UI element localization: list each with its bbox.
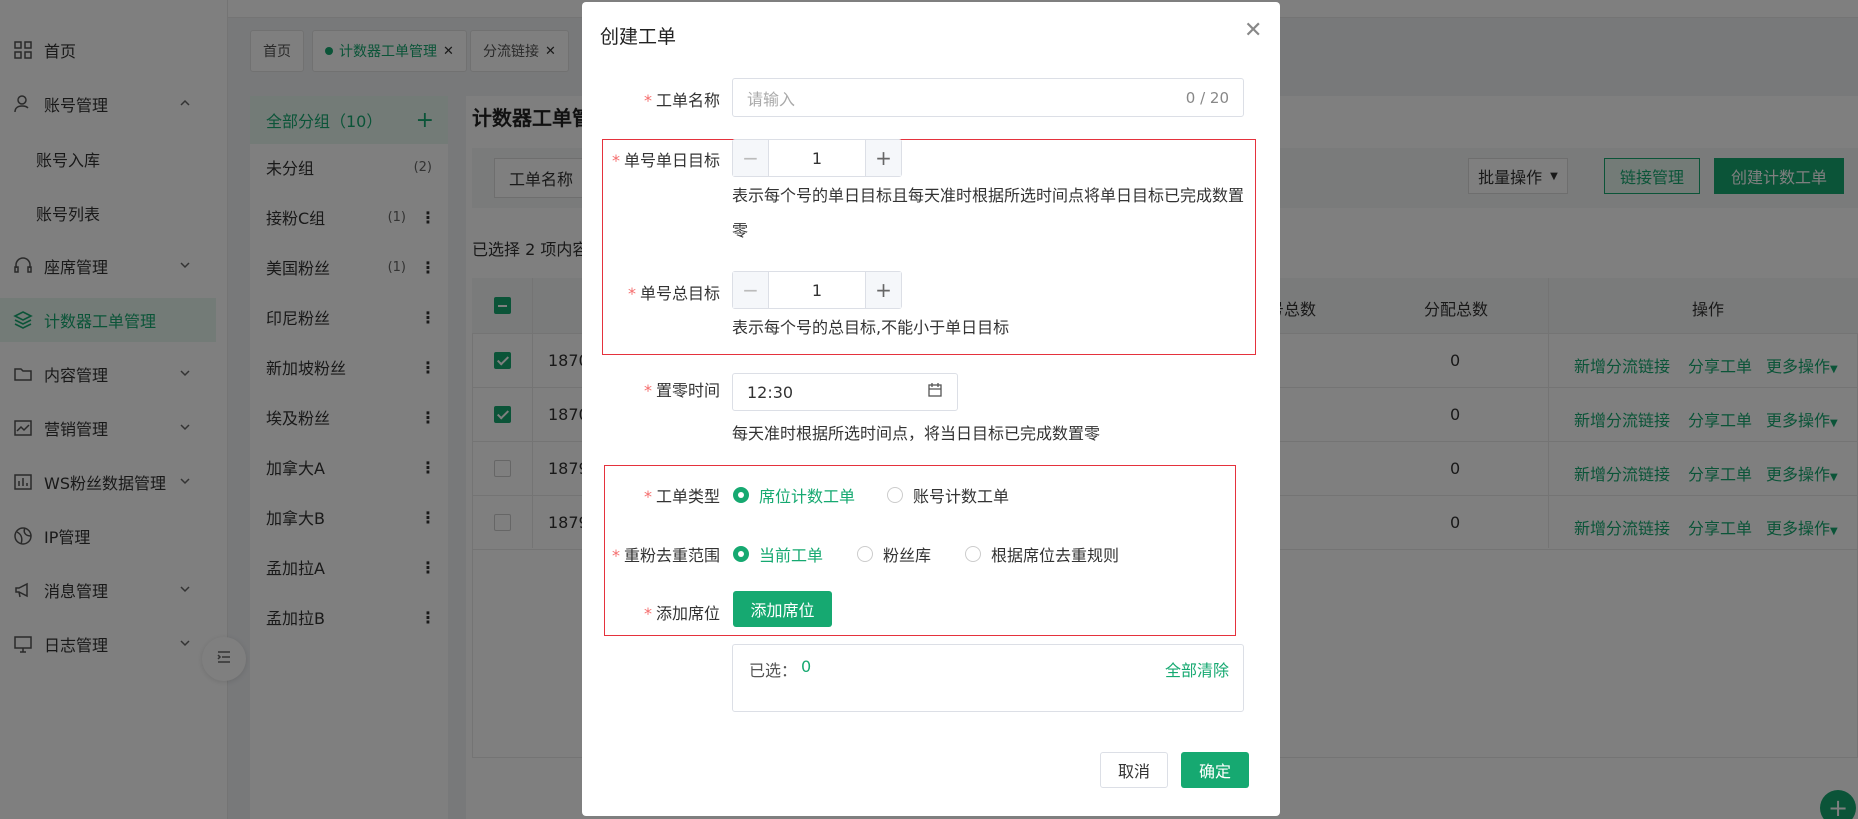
- radio-label: 根据席位去重规则: [991, 546, 1120, 565]
- stepper-value[interactable]: 1: [769, 140, 865, 176]
- required-mark: *: [643, 91, 652, 110]
- selected-seats-box: 已选： 0 全部清除: [732, 644, 1244, 712]
- add-seat-label: * 添加席位: [580, 600, 720, 624]
- dedupe-seat-rule-radio[interactable]: 根据席位去重规则: [965, 542, 1119, 566]
- order-name-label: * 工单名称: [580, 87, 720, 111]
- required-mark: *: [611, 546, 620, 565]
- daily-target-hint-cont: 零: [732, 221, 749, 240]
- type-account-counter-radio[interactable]: 账号计数工单: [887, 483, 1009, 507]
- required-mark: *: [643, 381, 652, 400]
- order-type-label: * 工单类型: [580, 483, 720, 507]
- radio-label: 账号计数工单: [913, 487, 1010, 506]
- char-counter: 0 / 20: [1185, 88, 1229, 107]
- order-name-input[interactable]: 请输入 0 / 20: [732, 78, 1244, 117]
- required-mark: *: [643, 604, 652, 623]
- stepper-value[interactable]: 1: [769, 272, 865, 308]
- required-mark: *: [627, 284, 636, 303]
- radio-circle: [733, 487, 749, 503]
- clear-all-link[interactable]: 全部清除: [1165, 657, 1229, 681]
- cancel-button[interactable]: 取消: [1100, 752, 1168, 788]
- radio-circle: [733, 546, 749, 562]
- radio-circle: [965, 546, 981, 562]
- add-seat-button[interactable]: 添加席位: [733, 591, 832, 627]
- calendar-icon: [927, 382, 943, 402]
- dedupe-fan-library-radio[interactable]: 粉丝库: [857, 542, 931, 566]
- dedupe-scope-label: * 重粉去重范围: [580, 542, 720, 566]
- radio-circle: [857, 546, 873, 562]
- plus-icon[interactable]: +: [865, 140, 901, 176]
- reset-time-hint: 每天准时根据所选时间点，将当日目标已完成数置零: [732, 424, 1101, 443]
- close-icon[interactable]: ✕: [1244, 18, 1262, 43]
- selected-label: 已选：: [749, 661, 798, 680]
- time-value: 12:30: [747, 382, 794, 402]
- radio-circle: [887, 487, 903, 503]
- reset-time-picker[interactable]: 12:30: [732, 373, 958, 411]
- label-text: 工单类型: [655, 487, 720, 506]
- label-text: 重粉去重范围: [623, 546, 720, 565]
- label-text: 单号单日目标: [623, 151, 720, 170]
- minus-icon[interactable]: −: [733, 140, 769, 176]
- required-mark: *: [643, 487, 652, 506]
- input-placeholder: 请输入: [747, 89, 796, 109]
- type-seat-counter-radio[interactable]: 席位计数工单: [733, 483, 855, 507]
- radio-label: 粉丝库: [883, 546, 932, 565]
- radio-label: 席位计数工单: [759, 487, 856, 506]
- confirm-button[interactable]: 确定: [1181, 752, 1249, 788]
- daily-target-label: * 单号单日目标: [580, 147, 720, 171]
- plus-icon[interactable]: +: [865, 272, 901, 308]
- label-text: 置零时间: [655, 381, 720, 400]
- label-text: 添加席位: [655, 604, 720, 623]
- dedupe-current-order-radio[interactable]: 当前工单: [733, 542, 823, 566]
- total-target-label: * 单号总目标: [580, 280, 720, 304]
- selected-count: 0: [801, 657, 812, 676]
- dialog-title: 创建工单: [600, 26, 677, 48]
- radio-label: 当前工单: [759, 546, 824, 565]
- reset-time-label: * 置零时间: [580, 377, 720, 401]
- label-text: 工单名称: [655, 91, 720, 110]
- total-target-hint: 表示每个号的总目标,不能小于单日目标: [732, 318, 1010, 337]
- required-mark: *: [611, 151, 620, 170]
- daily-target-stepper[interactable]: − 1 +: [732, 139, 902, 177]
- label-text: 单号总目标: [639, 284, 720, 303]
- minus-icon[interactable]: −: [733, 272, 769, 308]
- daily-target-hint: 表示每个号的单日目标且每天准时根据所选时间点将单日目标已完成数置: [732, 186, 1245, 205]
- total-target-stepper[interactable]: − 1 +: [732, 271, 902, 309]
